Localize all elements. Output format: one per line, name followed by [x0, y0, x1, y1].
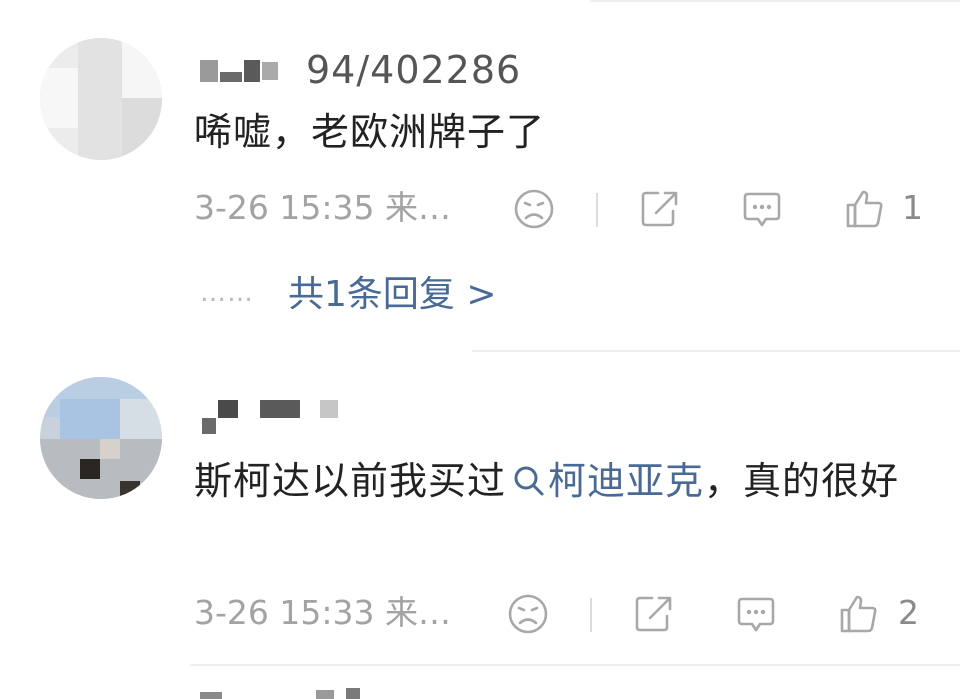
- timestamp: 3-26 15:33 来…: [194, 593, 451, 632]
- comment-text: 斯柯达以前我买过 柯迪亚克，真的很好: [194, 449, 924, 513]
- username-pixel: [262, 62, 278, 80]
- username-pixel: [260, 400, 300, 418]
- share-icon[interactable]: [632, 592, 676, 636]
- username-pixel: [202, 418, 216, 434]
- avatar-pixel: [80, 459, 100, 479]
- username-pixel: [218, 400, 238, 418]
- avatar-pixel: [120, 481, 140, 499]
- comment-meta: 3-26 15:35 来… 1: [194, 183, 934, 233]
- username-pixel: [200, 60, 218, 82]
- comment-bubble-icon[interactable]: [740, 187, 784, 231]
- view-replies-link[interactable]: 共1条回复 >: [288, 270, 497, 320]
- timestamp: 3-26 15:35 来…: [194, 188, 451, 227]
- username[interactable]: 94/402286: [196, 50, 556, 96]
- share-icon[interactable]: [638, 187, 682, 231]
- username-pixel: [244, 60, 260, 82]
- reply-dots: ……: [200, 278, 254, 308]
- separator: [596, 193, 598, 227]
- username-pixel: [316, 690, 334, 699]
- next-comment-username: [196, 688, 396, 699]
- avatar-pixel: [40, 68, 78, 128]
- avatar-pixel: [122, 98, 162, 160]
- avatar[interactable]: [40, 377, 162, 499]
- avatar-pixel: [120, 399, 162, 439]
- comment-text: 唏嘘，老欧洲牌子了: [194, 110, 546, 154]
- username-text: 94/402286: [306, 48, 522, 92]
- comment-text-before: 斯柯达以前我买过: [194, 459, 507, 503]
- like-count: 1: [902, 188, 923, 227]
- sad-face-icon[interactable]: [512, 187, 556, 231]
- divider: [472, 350, 960, 352]
- divider: [190, 664, 960, 666]
- username-pixel: [320, 400, 338, 418]
- username-pixel: [346, 688, 360, 699]
- separator: [590, 598, 592, 632]
- comment-text-after: ，真的很好: [704, 459, 900, 503]
- username-pixel: [200, 692, 222, 699]
- avatar-pixel: [122, 38, 162, 98]
- comment-meta: 3-26 15:33 来… 2: [194, 588, 934, 638]
- avatar-pixel: [60, 399, 120, 439]
- sad-face-icon[interactable]: [506, 592, 550, 636]
- thumbs-up-icon[interactable]: [836, 592, 880, 636]
- like-count: 2: [898, 593, 919, 632]
- mention-link[interactable]: 柯迪亚克: [506, 459, 704, 503]
- avatar-pixel: [100, 439, 120, 459]
- search-icon: [514, 466, 544, 496]
- mention-text: 柯迪亚克: [548, 459, 705, 503]
- comment-list: 94/402286 唏嘘，老欧洲牌子了 3-26 15:35 来… 1 …… 共…: [0, 0, 960, 699]
- comment-bubble-icon[interactable]: [734, 592, 778, 636]
- reply-summary: …… 共1条回复 >: [200, 270, 600, 320]
- avatar[interactable]: [40, 38, 162, 160]
- avatar-pixel: [78, 38, 122, 160]
- username[interactable]: [196, 398, 556, 438]
- thumbs-up-icon[interactable]: [842, 187, 886, 231]
- username-pixel: [220, 72, 242, 82]
- divider: [590, 0, 960, 2]
